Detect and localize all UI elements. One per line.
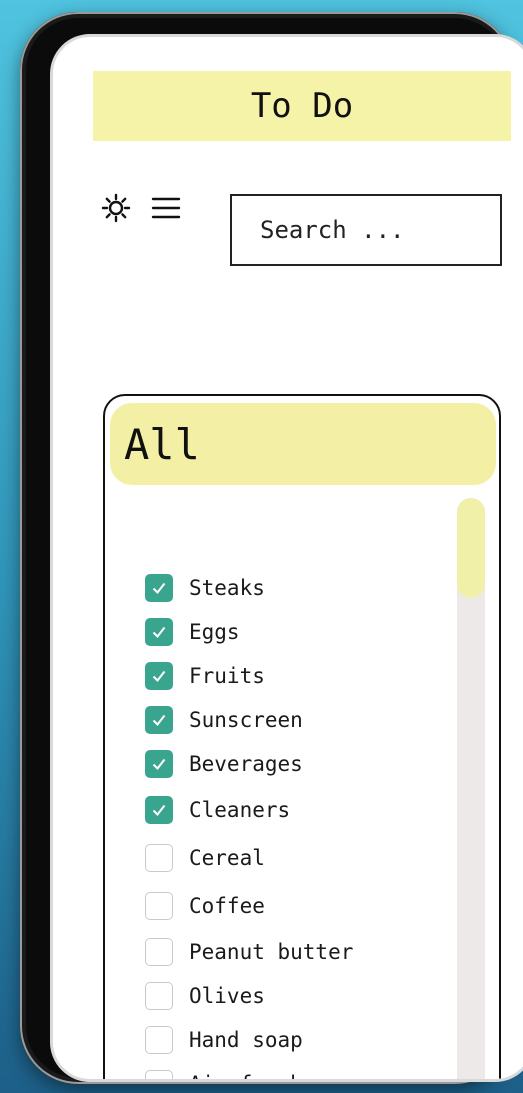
item-label: Sunscreen [189,708,303,732]
item-label: Eggs [189,620,240,644]
checkmark-icon [152,804,166,817]
phone-frame: To Do Search ... All Steaks Eggs Fruits … [20,12,523,1084]
list-item[interactable]: Cleaners [145,786,445,834]
list-item[interactable]: Peanut butter [145,930,445,974]
checkbox[interactable] [145,662,173,690]
item-label: Steaks [189,576,265,600]
item-label: Cereal [189,846,265,870]
list-item[interactable]: Air freshener [145,1062,445,1079]
item-label: Olives [189,984,265,1008]
hamburger-menu-icon [151,197,181,219]
checkbox[interactable] [145,982,173,1010]
item-label: Beverages [189,752,303,776]
list-item[interactable]: Olives [145,974,445,1018]
scrollbar-track[interactable] [457,498,485,1079]
list-item[interactable]: Steaks [145,566,445,610]
todo-list-card: All Steaks Eggs Fruits Sunscreen Beverag… [103,394,501,1079]
item-label: Peanut butter [189,940,354,964]
checkmark-icon [152,582,166,595]
item-label: Hand soap [189,1028,303,1052]
checkbox[interactable] [145,618,173,646]
item-label: Coffee [189,894,265,918]
scrollbar-thumb[interactable] [457,498,485,598]
checkmark-icon [152,758,166,771]
list-item[interactable]: Cereal [145,834,445,882]
item-label: Air freshener [189,1072,353,1079]
todo-list: Steaks Eggs Fruits Sunscreen Beverages C… [145,566,445,1079]
item-label: Cleaners [189,798,291,822]
checkbox[interactable] [145,796,173,824]
checkbox[interactable] [145,938,173,966]
checkbox[interactable] [145,1026,173,1054]
sun-icon [101,193,131,223]
page-title: To Do [93,71,511,141]
list-item[interactable]: Beverages [145,742,445,786]
checkbox[interactable] [145,574,173,602]
list-title: All [110,403,496,485]
list-item[interactable]: Fruits [145,654,445,698]
page-title-text: To Do [250,86,354,126]
checkbox[interactable] [145,892,173,920]
checkbox[interactable] [145,706,173,734]
checkmark-icon [152,626,166,639]
toolbar [99,191,199,225]
checkmark-icon [152,714,166,727]
theme-toggle-button[interactable] [99,191,133,225]
checkbox[interactable] [145,844,173,872]
checkmark-icon [152,670,166,683]
checkbox[interactable] [145,750,173,778]
search-input[interactable] [232,196,500,264]
checkbox[interactable] [145,1070,173,1079]
list-title-text: All [124,419,200,469]
list-item[interactable]: Coffee [145,882,445,930]
menu-button[interactable] [149,191,183,225]
search-box [230,194,502,266]
list-item[interactable]: Hand soap [145,1018,445,1062]
item-label: Fruits [189,664,265,688]
list-item[interactable]: Sunscreen [145,698,445,742]
app-screen: To Do Search ... All Steaks Eggs Fruits … [50,34,523,1082]
list-item[interactable]: Eggs [145,610,445,654]
